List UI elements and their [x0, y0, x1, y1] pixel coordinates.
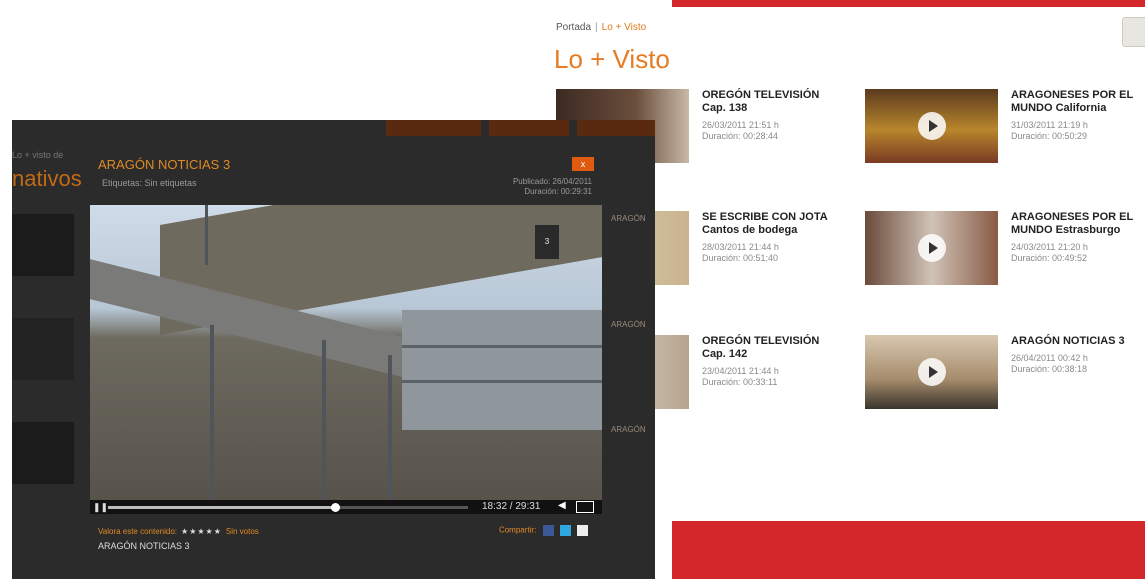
- left-section-heading: nativos: [12, 166, 82, 191]
- channel-logo-badge: 3: [535, 225, 559, 259]
- video-card[interactable]: ARAGÓN NOTICIAS 3 26/04/2011 00:42 h Dur…: [865, 335, 1135, 415]
- breadcrumb-home-link[interactable]: Portada: [556, 22, 591, 33]
- corner-button[interactable]: [1122, 17, 1145, 47]
- play-icon[interactable]: [917, 358, 946, 386]
- video-thumbnail[interactable]: [865, 211, 998, 285]
- pause-icon[interactable]: ❚❚: [93, 502, 108, 513]
- card-title[interactable]: ARAGONESES POR EL MUNDO California: [1011, 89, 1137, 115]
- video-frame[interactable]: 3: [90, 205, 602, 500]
- share-more-icon[interactable]: [577, 525, 588, 536]
- play-icon[interactable]: [917, 234, 946, 262]
- rating-label: Valora este contenido:: [98, 527, 178, 536]
- video-bridge: [402, 310, 602, 430]
- rating-stars[interactable]: ★★★★★: [181, 527, 222, 536]
- faded-header-logo: [0, 0, 270, 18]
- player-controls[interactable]: ❚❚ 18:32 / 29:31 ◀: [90, 500, 602, 514]
- card-title[interactable]: ARAGÓN NOTICIAS 3: [1011, 335, 1137, 348]
- video-bridge-line: [402, 345, 602, 348]
- modal-title: ARAGÓN NOTICIAS 3: [98, 157, 231, 172]
- card-date: 24/03/2011 21:20 h: [1011, 242, 1088, 252]
- left-column: Lo + visto de nativos: [12, 150, 92, 192]
- card-title[interactable]: ARAGONESES POR EL MUNDO Estrasburgo: [1011, 211, 1137, 237]
- page-title: Lo + Visto: [554, 44, 670, 74]
- video-modal: ARAGÓN NOTICIAS 3 x Etiquetas: Sin etiqu…: [90, 150, 602, 570]
- side-strip-label: ARAGÓN: [611, 425, 646, 434]
- video-pole: [205, 205, 208, 265]
- video-pole: [388, 355, 392, 500]
- bottom-red-bar: [672, 521, 1145, 579]
- card-date: 28/03/2011 21:44 h: [702, 242, 779, 252]
- progress-fill: [108, 506, 335, 509]
- video-thumbnail[interactable]: [865, 89, 998, 163]
- card-info: ARAGONESES POR EL MUNDO California 31/03…: [1011, 89, 1137, 142]
- video-card[interactable]: ARAGONESES POR EL MUNDO Estrasburgo 24/0…: [865, 211, 1135, 291]
- twitter-icon[interactable]: [559, 525, 571, 536]
- side-strip-label: ARAGÓN: [611, 320, 646, 329]
- card-duration: Duración: 00:33:11: [702, 377, 778, 387]
- left-thumbnail[interactable]: [12, 214, 74, 276]
- facebook-icon[interactable]: [542, 525, 554, 536]
- progress-knob[interactable]: [330, 503, 340, 512]
- card-duration: Duración: 00:28:44: [702, 131, 779, 141]
- modal-publish-info: Publicado: 26/04/2011 Duración: 00:29:31: [513, 177, 592, 197]
- fullscreen-icon[interactable]: [576, 501, 594, 513]
- play-icon[interactable]: [917, 112, 946, 140]
- card-duration: Duración: 00:38:18: [1011, 364, 1088, 374]
- progress-bar[interactable]: [108, 503, 468, 512]
- video-bridge-line: [402, 380, 602, 383]
- close-button[interactable]: x: [572, 157, 594, 171]
- card-info: ARAGONESES POR EL MUNDO Estrasburgo 24/0…: [1011, 211, 1137, 264]
- card-title[interactable]: OREGÓN TELEVISIÓN Cap. 138: [702, 89, 828, 115]
- card-date: 23/04/2011 21:44 h: [702, 366, 779, 376]
- video-pole: [322, 340, 326, 500]
- overlay-tabs: [386, 120, 655, 136]
- card-info: ARAGÓN NOTICIAS 3 26/04/2011 00:42 h Dur…: [1011, 335, 1137, 375]
- left-thumbnail[interactable]: [12, 318, 74, 380]
- overlay-tab[interactable]: [386, 120, 481, 136]
- video-caption: ARAGÓN NOTICIAS 3: [98, 541, 190, 551]
- player-time: 18:32 / 29:31: [482, 501, 541, 512]
- left-thumbnail[interactable]: [12, 422, 74, 484]
- left-section-label: Lo + visto de: [12, 150, 64, 160]
- card-title[interactable]: OREGÓN TELEVISIÓN Cap. 142: [702, 335, 828, 361]
- publish-date: Publicado: 26/04/2011: [512, 177, 592, 186]
- breadcrumb-separator: |: [595, 22, 598, 33]
- publish-duration: Duración: 00:29:31: [524, 187, 592, 196]
- volume-icon[interactable]: ◀: [558, 500, 566, 511]
- card-title[interactable]: SE ESCRIBE CON JOTA Cantos de bodega: [702, 211, 828, 237]
- card-date: 26/03/2011 21:51 h: [702, 120, 779, 130]
- breadcrumb: Portada | Lo + Visto: [556, 22, 646, 33]
- top-red-bar: [672, 0, 1145, 7]
- card-info: SE ESCRIBE CON JOTA Cantos de bodega 28/…: [702, 211, 828, 264]
- card-duration: Duración: 00:50:29: [1011, 131, 1088, 141]
- video-thumbnail[interactable]: [865, 335, 998, 409]
- video-card[interactable]: ARAGONESES POR EL MUNDO California 31/03…: [865, 89, 1135, 169]
- share-label: Compartir:: [498, 525, 537, 535]
- breadcrumb-current: Lo + Visto: [601, 22, 647, 33]
- card-date: 26/04/2011 00:42 h: [1011, 353, 1088, 363]
- card-info: OREGÓN TELEVISIÓN Cap. 142 23/04/2011 21…: [702, 335, 828, 388]
- overlay-tab[interactable]: [577, 120, 655, 136]
- side-strip-label: ARAGÓN: [611, 214, 646, 223]
- modal-tags: Etiquetas: Sin etiquetas: [102, 178, 197, 188]
- rating-row: Valora este contenido: ★★★★★ Sin votos: [98, 527, 259, 536]
- card-date: 31/03/2011 21:19 h: [1011, 120, 1088, 130]
- share-row: Compartir:: [499, 525, 588, 536]
- card-duration: Duración: 00:51:40: [702, 253, 779, 263]
- rating-votes: Sin votos: [225, 527, 259, 536]
- card-info: OREGÓN TELEVISIÓN Cap. 138 26/03/2011 21…: [702, 89, 828, 142]
- overlay-tab[interactable]: [489, 120, 569, 136]
- card-duration: Duración: 00:49:52: [1011, 253, 1088, 263]
- video-pole: [210, 325, 214, 500]
